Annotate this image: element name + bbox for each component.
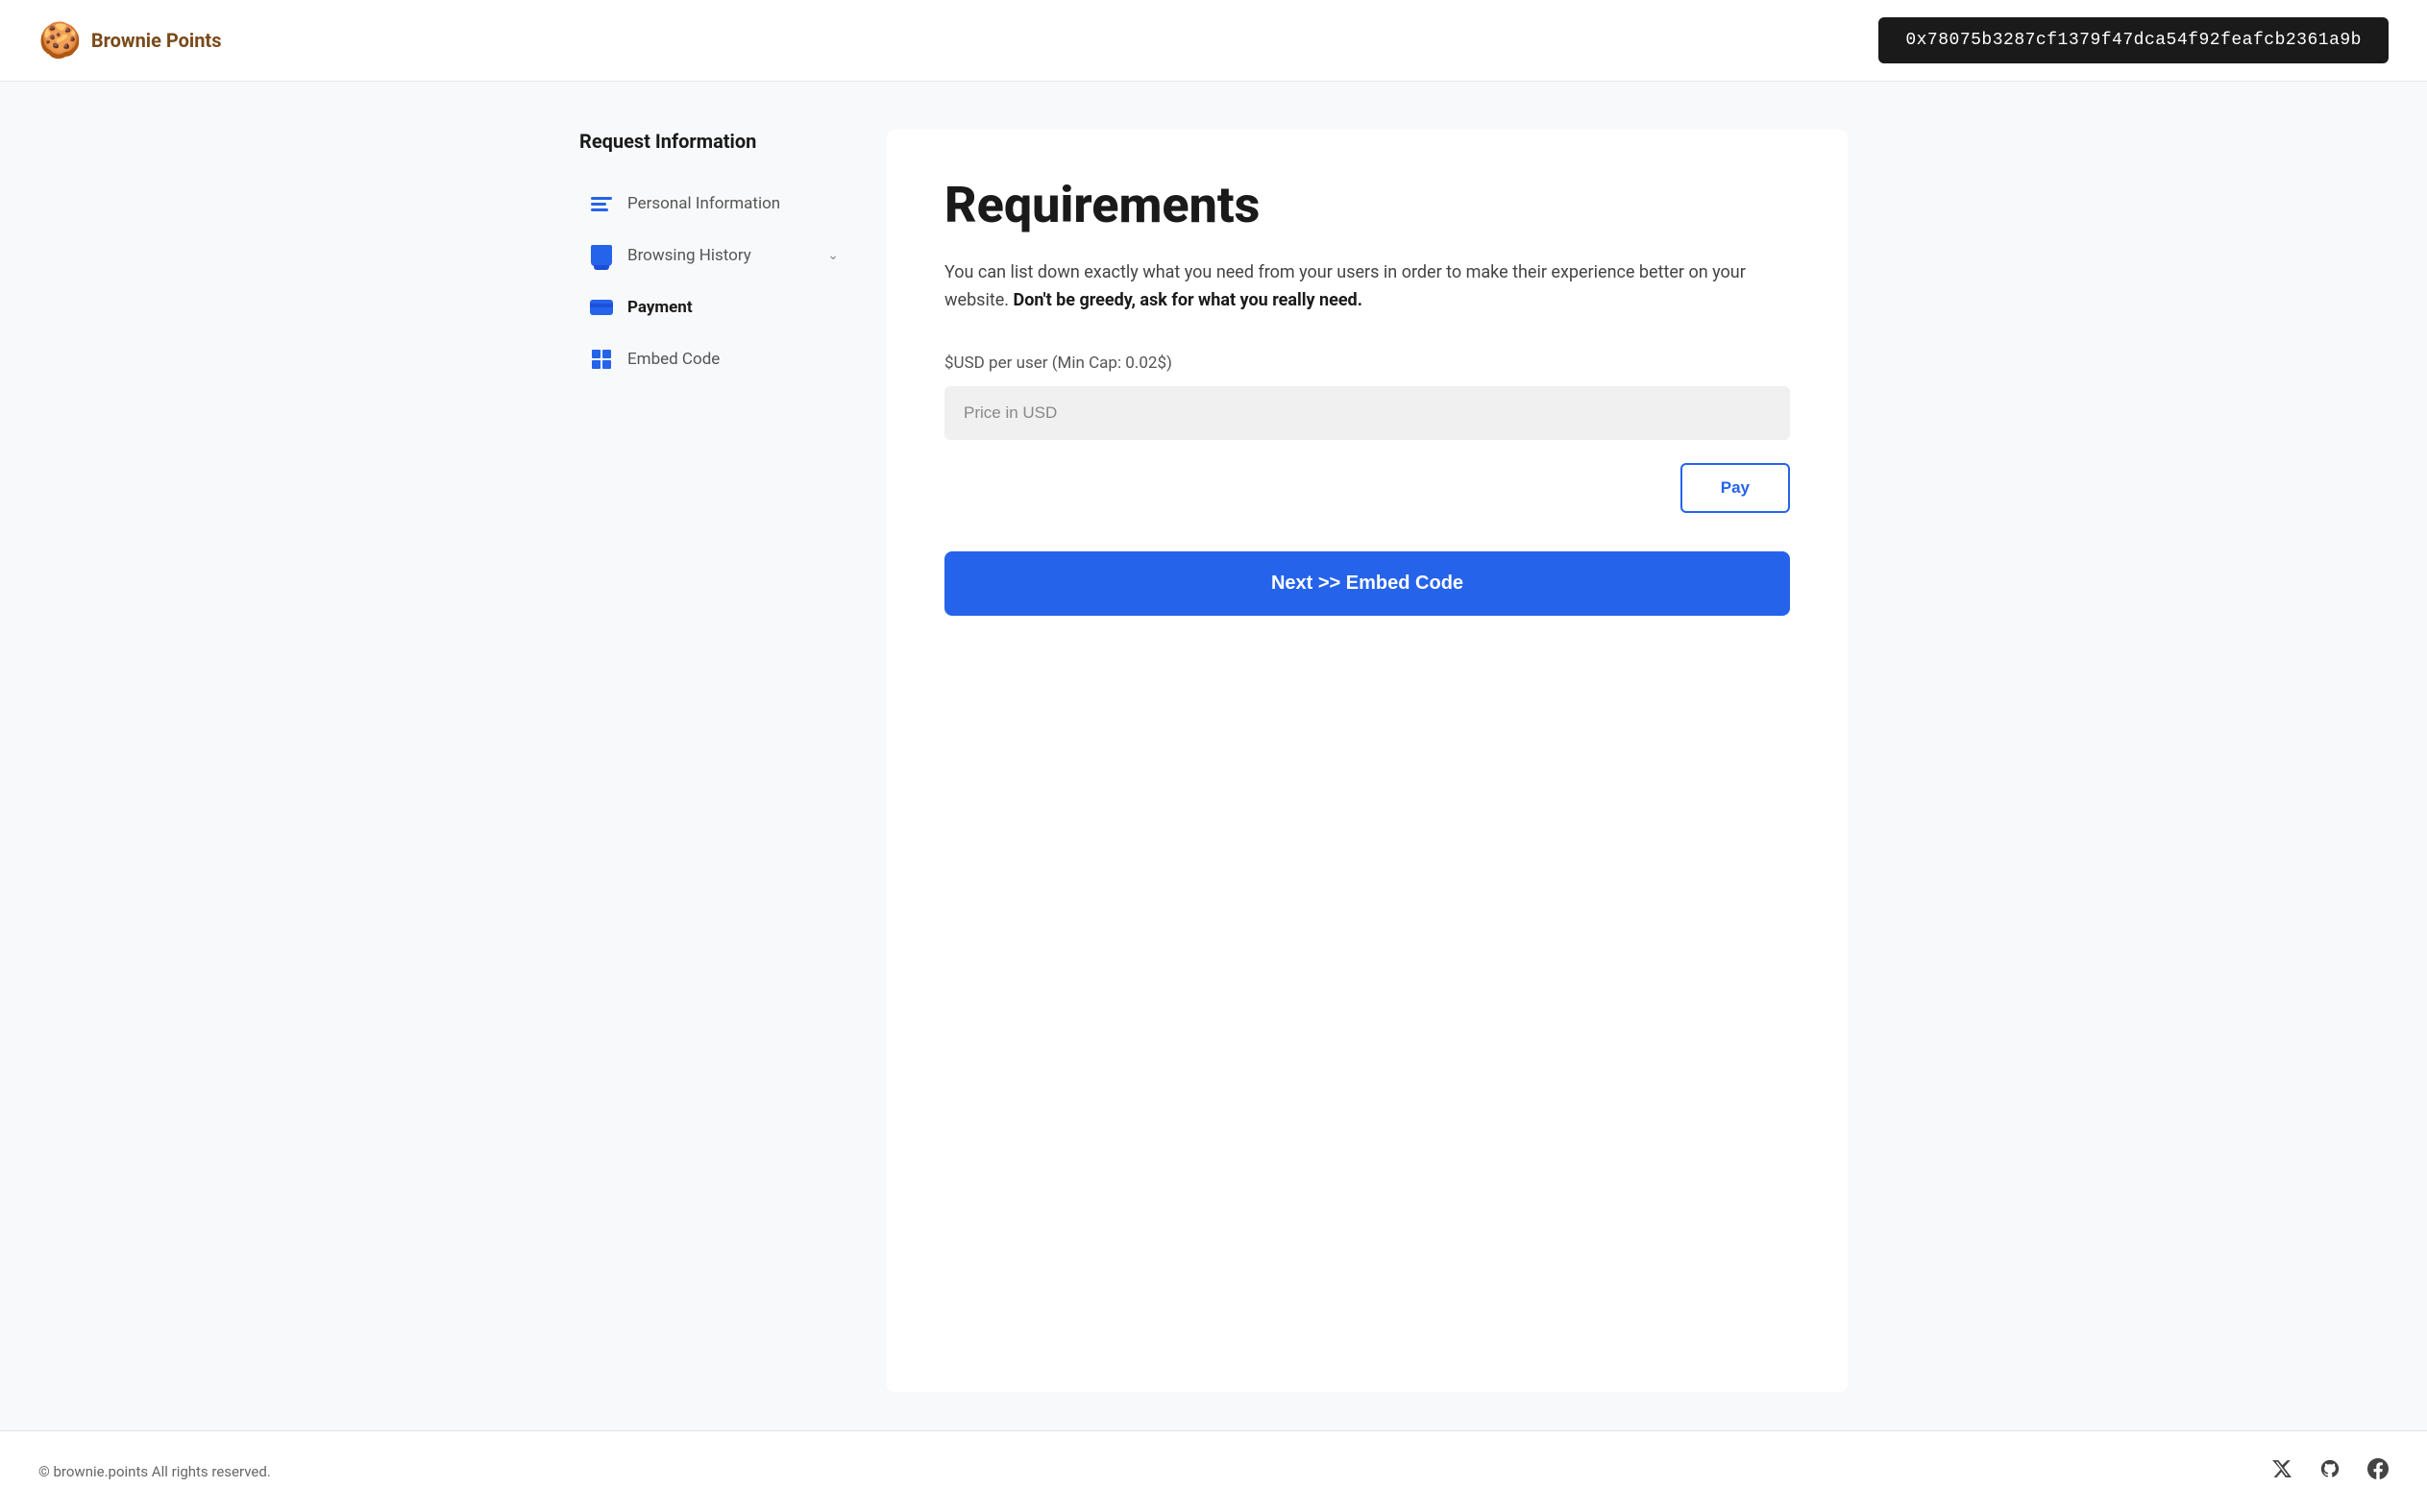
pay-row: Pay xyxy=(944,463,1790,513)
sidebar: Request Information Personal Information xyxy=(579,130,848,1392)
logo-area: 🍪 Brownie Points xyxy=(38,23,221,58)
embed-code-icon xyxy=(589,347,614,372)
sidebar-label-embed-code: Embed Code xyxy=(627,350,720,369)
sidebar-item-payment[interactable]: Payment xyxy=(579,283,848,331)
sidebar-item-embed-code[interactable]: Embed Code xyxy=(579,335,848,383)
twitter-icon[interactable] xyxy=(2271,1458,2292,1485)
description-bold: Don't be greedy, ask for what you really… xyxy=(1014,290,1362,310)
sidebar-item-browsing-history[interactable]: Browsing History ⌄ xyxy=(579,232,848,280)
footer-copyright: © brownie.points All rights reserved. xyxy=(38,1463,271,1480)
header: 🍪 Brownie Points 0x78075b3287cf1379f47dc… xyxy=(0,0,2427,82)
wallet-address-badge: 0x78075b3287cf1379f47dca54f92feafcb2361a… xyxy=(1878,17,2389,63)
page-title: Requirements xyxy=(944,178,1790,232)
description-text: You can list down exactly what you need … xyxy=(944,259,1790,315)
sidebar-label-payment: Payment xyxy=(627,298,693,317)
price-input[interactable] xyxy=(944,386,1790,440)
sidebar-label-personal-information: Personal Information xyxy=(627,194,780,213)
next-embed-code-button[interactable]: Next >> Embed Code xyxy=(944,551,1790,616)
sidebar-label-browsing-history: Browsing History xyxy=(627,246,751,265)
payment-icon xyxy=(589,295,614,320)
browsing-history-icon xyxy=(589,243,614,268)
price-label: $USD per user (Min Cap: 0.02$) xyxy=(944,354,1790,373)
personal-information-icon xyxy=(589,191,614,216)
sidebar-title: Request Information xyxy=(579,130,848,153)
footer-social-icons xyxy=(2271,1458,2389,1485)
main-layout: Request Information Personal Information xyxy=(541,82,1886,1430)
pay-button[interactable]: Pay xyxy=(1680,463,1790,513)
main-content: Requirements You can list down exactly w… xyxy=(887,130,1848,1392)
browsing-history-chevron-icon: ⌄ xyxy=(827,248,839,263)
logo-cookie-icon: 🍪 xyxy=(38,23,82,58)
logo-text: Brownie Points xyxy=(91,29,222,52)
sidebar-item-personal-information[interactable]: Personal Information xyxy=(579,180,848,228)
github-icon[interactable] xyxy=(2319,1458,2341,1485)
facebook-icon[interactable] xyxy=(2367,1458,2389,1485)
footer: © brownie.points All rights reserved. xyxy=(0,1430,2427,1512)
sidebar-nav: Personal Information Browsing History ⌄ … xyxy=(579,180,848,383)
